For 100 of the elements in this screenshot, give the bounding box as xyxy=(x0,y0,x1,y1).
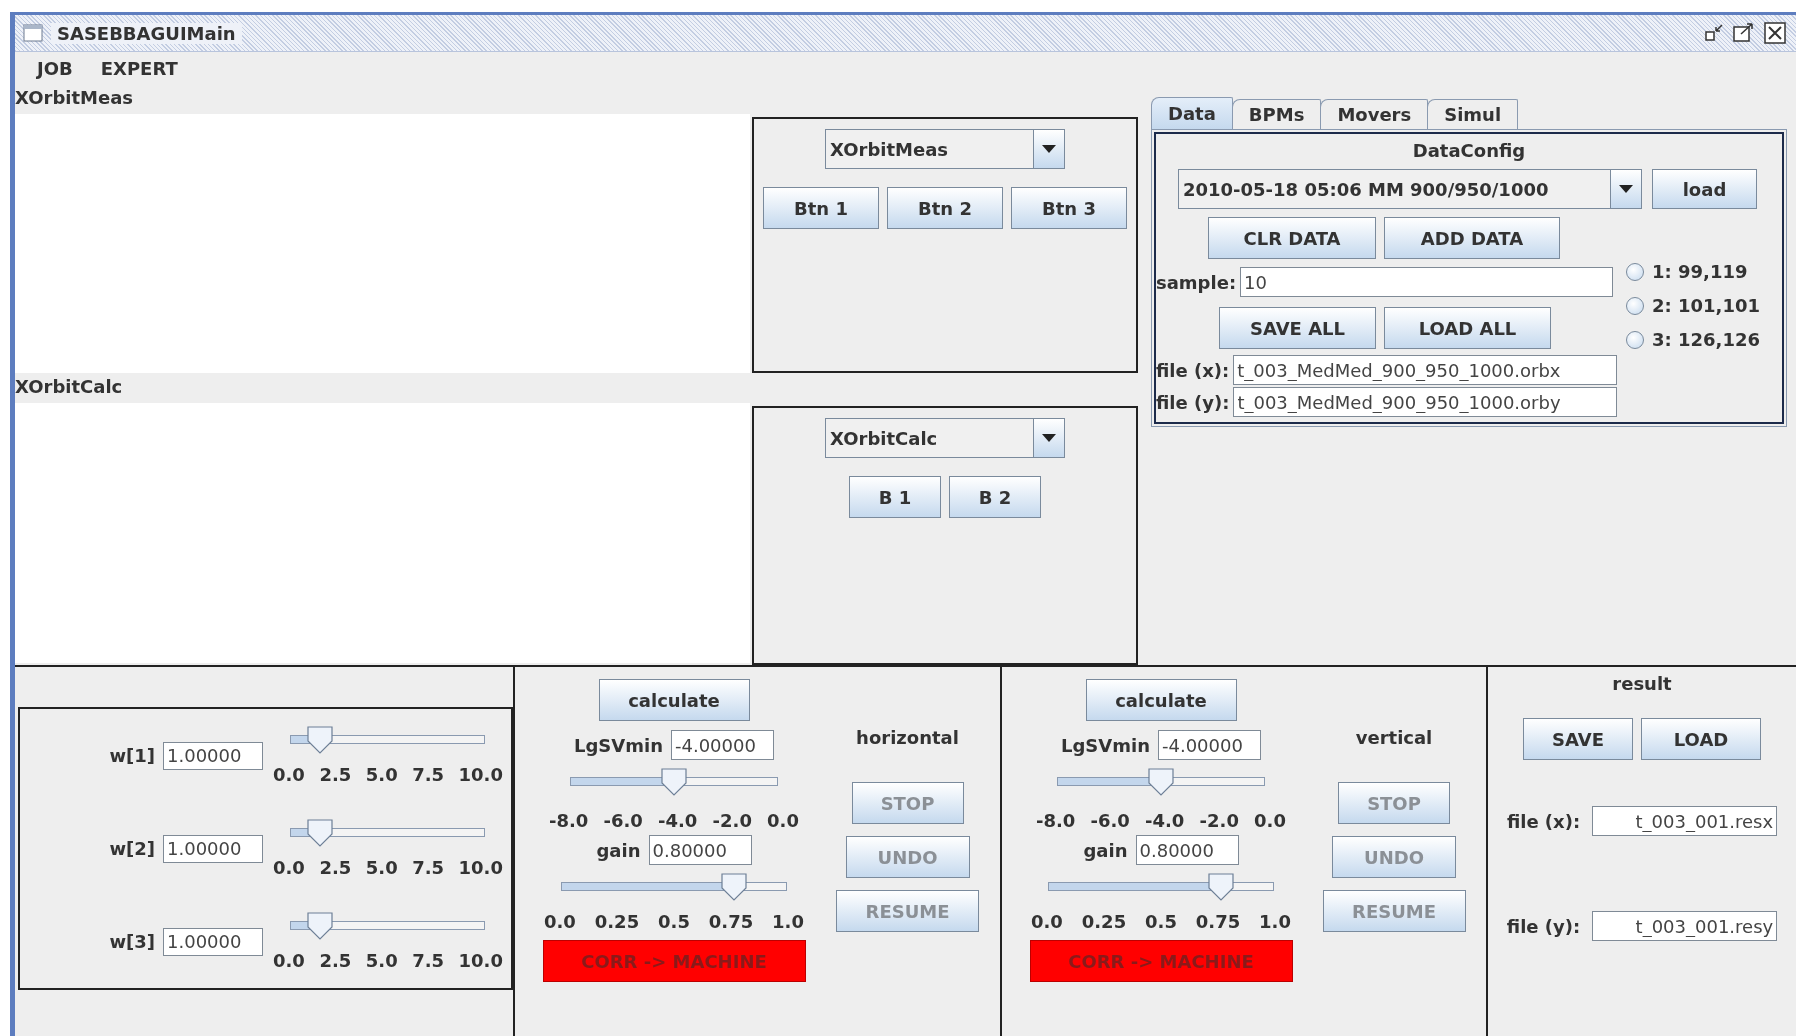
tick-label: 0.75 xyxy=(708,911,754,932)
plot-title: XOrbitMeas xyxy=(15,86,134,110)
slider[interactable] xyxy=(561,873,787,901)
dropdown[interactable]: XOrbitMeas xyxy=(825,129,1065,169)
maximize-icon[interactable] xyxy=(1732,23,1756,43)
result-button[interactable]: LOAD xyxy=(1641,718,1761,760)
slider[interactable] xyxy=(290,726,485,754)
load-button[interactable]: load xyxy=(1652,169,1757,209)
slider-thumb[interactable] xyxy=(1208,873,1234,901)
tick-label: 0.0 xyxy=(1031,911,1063,932)
slider[interactable] xyxy=(1057,768,1265,796)
dropdown[interactable]: 2010-05-18 05:06 MM 900/950/1000 xyxy=(1178,169,1642,209)
tick-label: 5.0 xyxy=(365,857,398,878)
slider[interactable] xyxy=(290,819,485,847)
slider[interactable] xyxy=(1048,873,1274,901)
radio-label: 2: 101,101 xyxy=(1652,295,1760,316)
tick-label: -6.0 xyxy=(603,810,643,831)
input-field[interactable]: 0.80000 xyxy=(1135,835,1239,865)
plot-button[interactable]: B 2 xyxy=(949,476,1041,518)
tick-label: 1.0 xyxy=(772,911,804,932)
radio-button[interactable] xyxy=(1626,262,1644,281)
calculate-button[interactable]: calculate xyxy=(598,679,750,721)
slider-thumb[interactable] xyxy=(721,873,747,901)
tab[interactable]: Data xyxy=(1151,97,1233,129)
radio-button[interactable] xyxy=(1626,330,1644,349)
slider-thumb[interactable] xyxy=(306,912,333,940)
dropdown-arrow-icon[interactable] xyxy=(1619,185,1633,193)
data-button[interactable]: CLR DATA xyxy=(1208,217,1376,259)
radio-label: 1: 99,119 xyxy=(1652,261,1748,282)
tick-label: 2.5 xyxy=(319,950,352,971)
menu-item[interactable]: EXPERT xyxy=(86,57,192,79)
field-label: file (y): xyxy=(1506,915,1581,937)
plot-title: XOrbitCalc xyxy=(15,375,123,399)
tick-label: -8.0 xyxy=(1036,810,1076,831)
tick-label: -4.0 xyxy=(1145,810,1185,831)
input-field[interactable]: 0.80000 xyxy=(648,835,752,865)
input-field[interactable]: -4.00000 xyxy=(1158,730,1261,760)
plot-button[interactable]: Btn 3 xyxy=(1011,187,1127,229)
tick-label: 7.5 xyxy=(412,857,445,878)
radio-button[interactable] xyxy=(1626,296,1644,315)
slider-thumb[interactable] xyxy=(306,726,333,754)
data-button[interactable]: LOAD ALL xyxy=(1384,307,1551,349)
panel-title: DataConfig xyxy=(1412,140,1526,161)
input-field[interactable]: t_003_MedMed_900_950_1000.orby xyxy=(1233,387,1618,417)
calculate-button[interactable]: calculate xyxy=(1085,679,1237,721)
field-label: file (x): xyxy=(1156,359,1230,381)
tick-label: 10.0 xyxy=(458,950,503,971)
input-field[interactable]: t_003_001.resy xyxy=(1592,911,1778,941)
tick-label: 0.0 xyxy=(544,911,576,932)
field-label: w[2] xyxy=(109,838,155,859)
tick-label: 0.25 xyxy=(594,911,640,932)
tick-label: 0.0 xyxy=(273,950,305,971)
restore-icon[interactable] xyxy=(1704,23,1724,43)
slider[interactable] xyxy=(570,768,778,796)
close-icon[interactable] xyxy=(1764,22,1786,44)
input-field[interactable]: 1.00000 xyxy=(163,834,263,863)
tick-label: 10.0 xyxy=(458,857,503,878)
result-button[interactable]: SAVE xyxy=(1523,718,1633,760)
slider[interactable] xyxy=(290,912,485,940)
tick-label: 0.75 xyxy=(1195,911,1241,932)
slider-thumb[interactable] xyxy=(1148,768,1174,796)
input-field[interactable]: 1.00000 xyxy=(163,741,263,770)
tick-label: -8.0 xyxy=(549,810,589,831)
plot-button[interactable]: Btn 2 xyxy=(887,187,1003,229)
data-button[interactable]: ADD DATA xyxy=(1384,217,1560,259)
input-field[interactable]: t_003_MedMed_900_950_1000.orbx xyxy=(1233,355,1618,385)
tick-label: 0.0 xyxy=(273,857,305,878)
tick-label: 0.0 xyxy=(273,764,305,785)
slider-thumb[interactable] xyxy=(661,768,687,796)
dropdown-arrow-icon[interactable] xyxy=(1042,434,1056,442)
field-label: w[3] xyxy=(109,931,155,952)
dropdown[interactable]: XOrbitCalc xyxy=(825,418,1065,458)
plane-label: horizontal xyxy=(856,727,959,748)
tick-label: 0.0 xyxy=(767,810,799,831)
panel-title: result xyxy=(1612,673,1672,694)
input-field[interactable]: 10 xyxy=(1240,267,1614,297)
menu-item[interactable]: JOB xyxy=(23,57,87,79)
tick-label: 0.25 xyxy=(1081,911,1127,932)
radio-label: 3: 126,126 xyxy=(1652,329,1760,350)
plot-button[interactable]: Btn 1 xyxy=(763,187,879,229)
slider-thumb[interactable] xyxy=(306,819,333,847)
tick-label: 1.0 xyxy=(1259,911,1291,932)
input-field[interactable]: -4.00000 xyxy=(671,730,774,760)
window-icon xyxy=(23,24,43,42)
dropdown-arrow-icon[interactable] xyxy=(1042,145,1056,153)
tick-label: -4.0 xyxy=(658,810,698,831)
tick-label: -6.0 xyxy=(1090,810,1130,831)
window-title: SASEBBAGUIMain xyxy=(51,22,242,44)
input-field[interactable]: 1.00000 xyxy=(163,927,263,956)
field-label: LgSVmin xyxy=(1061,734,1150,756)
tick-label: 10.0 xyxy=(458,764,503,785)
field-label: gain xyxy=(1083,839,1128,861)
tab[interactable]: Simul xyxy=(1427,99,1519,129)
tick-label: -2.0 xyxy=(712,810,752,831)
tick-label: 5.0 xyxy=(365,764,398,785)
plane-label: vertical xyxy=(1355,727,1433,748)
data-button[interactable]: SAVE ALL xyxy=(1219,307,1376,349)
input-field[interactable]: t_003_001.resx xyxy=(1592,806,1778,836)
tick-label: 0.0 xyxy=(1254,810,1286,831)
plot-button[interactable]: B 1 xyxy=(849,476,941,518)
